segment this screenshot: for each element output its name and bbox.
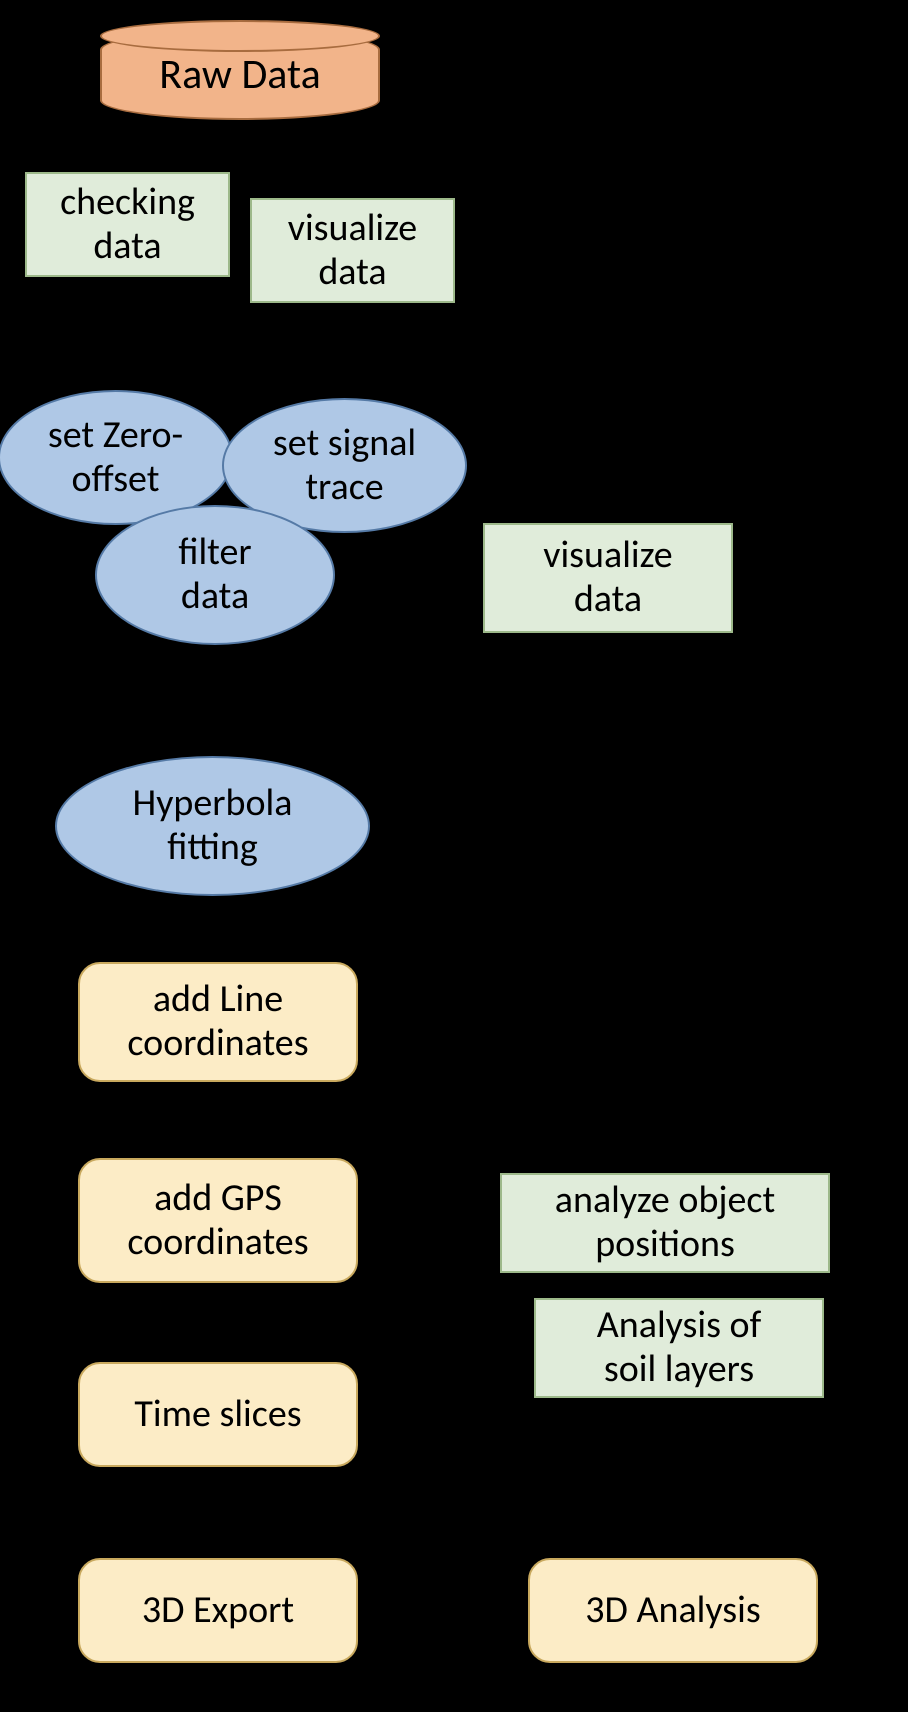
node-3d-analysis: 3D Analysis — [528, 1558, 818, 1663]
3d-analysis-label: 3D Analysis — [585, 1589, 760, 1633]
node-analysis-soil-layers: Analysis of soil layers — [534, 1298, 824, 1398]
node-visualize-data-2: visualize data — [483, 523, 733, 633]
node-analyze-object-positions: analyze object positions — [500, 1173, 830, 1273]
checking-data-label: checking data — [60, 181, 195, 268]
node-filter-data: filter data — [95, 505, 335, 645]
set-signal-trace-label: set signal trace — [273, 422, 416, 509]
add-line-coords-label: add Line coordinates — [127, 978, 308, 1065]
node-checking-data: checking data — [25, 172, 230, 277]
node-visualize-data-1: visualize data — [250, 198, 455, 303]
node-add-line-coords: add Line coordinates — [78, 962, 358, 1082]
add-gps-coords-label: add GPS coordinates — [127, 1177, 308, 1264]
set-zero-offset-label: set Zero- offset — [48, 414, 183, 501]
raw-data-label: Raw Data — [159, 51, 320, 99]
analyze-object-positions-label: analyze object positions — [555, 1179, 775, 1266]
node-time-slices: Time slices — [78, 1362, 358, 1467]
3d-export-label: 3D Export — [142, 1589, 294, 1633]
node-3d-export: 3D Export — [78, 1558, 358, 1663]
analysis-soil-layers-label: Analysis of soil layers — [597, 1304, 761, 1391]
hyperbola-fitting-label: Hyperbola fitting — [133, 782, 293, 869]
time-slices-label: Time slices — [134, 1393, 301, 1437]
node-raw-data: Raw Data — [100, 30, 380, 120]
node-add-gps-coords: add GPS coordinates — [78, 1158, 358, 1283]
node-hyperbola-fitting: Hyperbola fitting — [55, 756, 370, 896]
filter-data-label: filter data — [178, 531, 251, 618]
visualize-data-1-label: visualize data — [288, 207, 417, 294]
visualize-data-2-label: visualize data — [543, 534, 672, 621]
